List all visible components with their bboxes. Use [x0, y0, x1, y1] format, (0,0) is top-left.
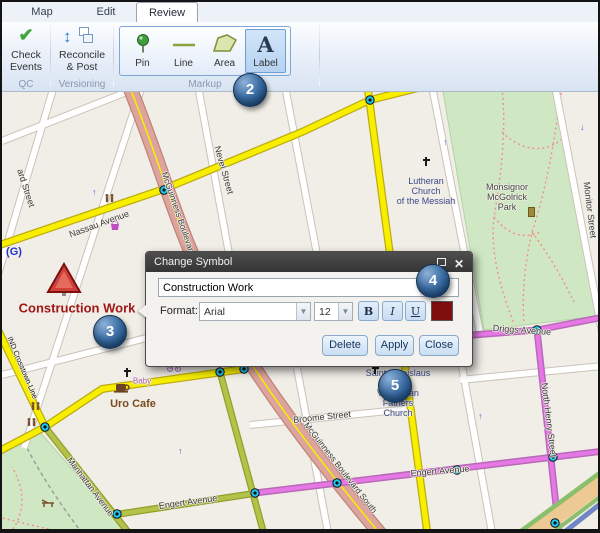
- font-family-value: Arial: [200, 306, 296, 318]
- group-caption-markup: Markup: [114, 79, 296, 90]
- callout-badge-3: 3: [93, 315, 127, 349]
- construction-work-label[interactable]: Construction Work: [19, 301, 136, 316]
- markup-tool-panel: Pin Line Area A Label: [119, 26, 291, 76]
- ribbon-tab-bar: Map Edit Review: [2, 2, 598, 22]
- bold-button[interactable]: B: [358, 301, 379, 321]
- oneway-arrow-icon: ↑: [178, 447, 183, 456]
- poi-label-uro-cafe: Uro Cafe: [110, 398, 156, 410]
- area-polygon-icon: [204, 32, 245, 58]
- check-icon: ✔: [2, 25, 50, 49]
- pin-label: Pin: [135, 58, 149, 69]
- tab-map[interactable]: Map: [16, 2, 68, 22]
- poi-label-lutheran-church: Lutheran Church of the Messiah: [397, 176, 456, 206]
- line-label: Line: [174, 58, 193, 69]
- oneway-arrow-icon: ↑: [55, 276, 60, 285]
- ribbon: ✔ Check Events QC ↕ Reconcile & Post Ver…: [2, 22, 598, 92]
- font-family-select[interactable]: Arial ▼: [199, 302, 311, 321]
- monument-icon: [528, 207, 535, 217]
- dialog-title: Change Symbol: [154, 256, 232, 268]
- underline-button[interactable]: U: [405, 301, 426, 321]
- church-cross-icon: [425, 157, 427, 166]
- poi-label-baby: Baby: [133, 378, 151, 387]
- reconcile-post-button[interactable]: ↕ Reconcile & Post: [51, 25, 113, 73]
- oneway-arrow-icon: ↓: [580, 123, 585, 132]
- delete-button[interactable]: Delete: [322, 335, 368, 356]
- callout-badge-2: 2: [233, 73, 267, 107]
- pushpin-icon: [122, 32, 163, 58]
- church-cross-icon: [126, 368, 128, 377]
- group-caption-qc: QC: [2, 79, 50, 90]
- font-size-value: 12: [315, 306, 338, 318]
- font-size-select[interactable]: 12 ▼: [314, 302, 353, 321]
- oneway-arrow-icon: ↑: [92, 188, 97, 197]
- reconcile-post-label: Reconcile & Post: [54, 49, 110, 73]
- ribbon-group-qc: ✔ Check Events QC: [2, 22, 50, 91]
- italic-button[interactable]: I: [382, 301, 403, 321]
- format-label: Format:: [160, 305, 198, 317]
- close-icon[interactable]: ✕: [454, 254, 464, 274]
- oneway-arrow-icon: ↑: [478, 412, 483, 421]
- text-color-swatch[interactable]: [431, 301, 453, 321]
- label-text-input[interactable]: [158, 278, 459, 297]
- area-label: Area: [214, 58, 235, 69]
- line-icon: [163, 32, 204, 58]
- area-tool-button[interactable]: Area: [204, 29, 245, 73]
- tab-edit[interactable]: Edit: [82, 2, 130, 22]
- application-window: Map Edit Review ✔ Check Events QC ↕ Reco…: [0, 0, 600, 533]
- dialog-callout-tail: [138, 304, 147, 318]
- subway-g-label: (G): [6, 246, 22, 258]
- apply-button[interactable]: Apply: [375, 335, 414, 356]
- reconcile-icon: ↕: [51, 25, 113, 49]
- group-separator: [319, 24, 320, 86]
- close-button[interactable]: Close: [419, 335, 459, 356]
- label-label: Label: [253, 58, 277, 69]
- ribbon-group-markup: Pin Line Area A Label: [114, 22, 319, 91]
- letter-a-icon: A: [246, 32, 285, 58]
- ribbon-group-versioning: ↕ Reconcile & Post Versioning: [51, 22, 113, 91]
- check-events-label: Check Events: [4, 49, 48, 73]
- chevron-down-icon[interactable]: ▼: [296, 303, 310, 320]
- line-tool-button[interactable]: Line: [163, 29, 204, 73]
- pin-tool-button[interactable]: Pin: [122, 29, 163, 73]
- callout-badge-4: 4: [416, 264, 450, 298]
- callout-badge-5: 5: [378, 369, 412, 403]
- group-caption-versioning: Versioning: [51, 79, 113, 90]
- label-tool-button[interactable]: A Label: [245, 29, 286, 73]
- poi-label-mcgolrick-park: Monsignor McGolrick Park: [486, 182, 528, 212]
- chevron-down-icon[interactable]: ▼: [338, 303, 352, 320]
- check-events-button[interactable]: ✔ Check Events: [2, 25, 50, 73]
- oneway-arrow-icon: ↑: [443, 138, 448, 147]
- tab-review[interactable]: Review: [136, 2, 198, 22]
